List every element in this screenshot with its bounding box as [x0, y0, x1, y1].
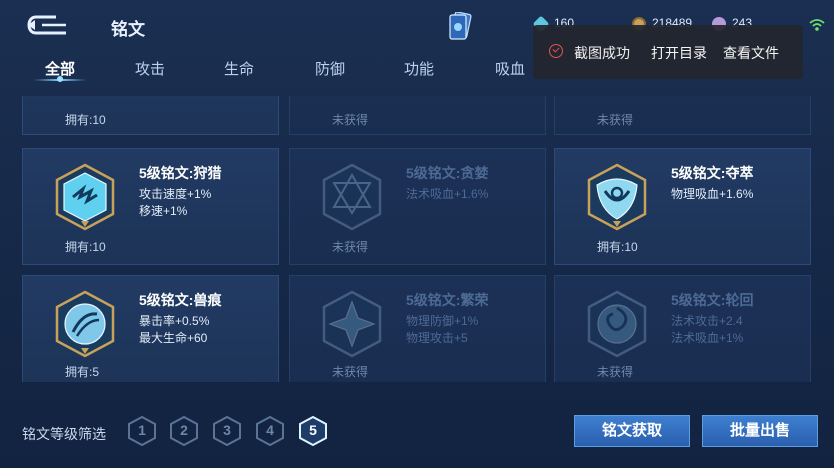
page-title: 铭文	[111, 20, 145, 39]
view-file-link[interactable]: 查看文件	[723, 43, 779, 63]
level-filter-2[interactable]: 2	[170, 416, 198, 446]
card-deck-icon	[449, 11, 472, 40]
level-filter-1[interactable]: 1	[128, 416, 156, 446]
toast-message: 截图成功	[574, 45, 630, 61]
inscription-stat: 法术吸血+1%	[671, 331, 744, 345]
acquire-inscription-button[interactable]: 铭文获取	[574, 415, 690, 447]
owned-count: 未获得	[332, 113, 369, 127]
level-filter-label: 铭文等级筛选	[22, 426, 106, 442]
prosperity-rune-icon	[322, 290, 382, 358]
greed-rune-icon	[322, 163, 382, 231]
reincarnation-rune-icon	[587, 290, 647, 358]
inscription-card[interactable]: 未获得	[554, 96, 811, 135]
inscription-name: 5级铭文:繁荣	[406, 292, 489, 308]
level-filter-5[interactable]: 5	[299, 416, 327, 446]
inscription-card[interactable]: 5级铭文:贪婪 法术吸血+1.6% 未获得	[289, 148, 546, 265]
tab-lifesteal[interactable]: 吸血	[480, 58, 540, 79]
inscription-card[interactable]: 未获得	[289, 96, 546, 135]
inscription-stat: 移速+1%	[139, 204, 188, 218]
tab-health[interactable]: 生命	[209, 58, 269, 79]
tab-defense[interactable]: 防御	[300, 58, 360, 79]
check-circle-icon	[549, 44, 563, 58]
inscription-name: 5级铭文:夺萃	[671, 165, 754, 181]
active-tab-dot	[57, 76, 63, 82]
screenshot-toast: 截图成功 打开目录 查看文件	[533, 25, 803, 79]
level-number: 3	[223, 422, 231, 438]
inscription-stat: 物理攻击+5	[406, 331, 468, 345]
inscription-stat: 最大生命+60	[139, 331, 208, 345]
inscription-stat: 物理吸血+1.6%	[671, 187, 754, 201]
back-button[interactable]	[26, 14, 70, 36]
inscription-name: 5级铭文:狩猎	[139, 165, 222, 181]
owned-count: 未获得	[332, 240, 369, 254]
inscription-card[interactable]: 拥有:10	[22, 96, 279, 135]
back-arrow-icon	[27, 15, 66, 35]
inscription-stat: 法术攻击+2.4	[671, 314, 743, 328]
inscription-stat: 暴击率+0.5%	[139, 314, 210, 328]
owned-count: 未获得	[597, 113, 634, 127]
inscription-card[interactable]: 5级铭文:兽痕 暴击率+0.5% 最大生命+60 拥有:5	[22, 275, 279, 382]
wifi-icon	[808, 16, 826, 34]
level-number: 2	[180, 422, 188, 438]
tab-attack[interactable]: 攻击	[120, 58, 180, 79]
inscription-card[interactable]: 5级铭文:狩猎 攻击速度+1% 移速+1% 拥有:10	[22, 148, 279, 265]
hunting-rune-icon	[55, 163, 115, 231]
inscription-card[interactable]: 5级铭文:夺萃 物理吸血+1.6% 拥有:10	[554, 148, 811, 265]
owned-count: 拥有:10	[597, 240, 638, 254]
level-filter-3[interactable]: 3	[213, 416, 241, 446]
inscription-stat: 法术吸血+1.6%	[406, 187, 489, 201]
level-filter-4[interactable]: 4	[256, 416, 284, 446]
inscription-grid: 拥有:10 未获得 5级铭文:狩猎 攻击速度+1% 移速+1% 拥有:10 5级…	[22, 96, 546, 382]
level-number: 4	[266, 422, 274, 438]
beast-mark-rune-icon	[55, 290, 115, 358]
level-number: 1	[138, 422, 146, 438]
tab-utility[interactable]: 功能	[389, 58, 449, 79]
owned-count: 拥有:10	[65, 113, 106, 127]
inscription-stat: 物理防御+1%	[406, 314, 479, 328]
inscription-stat: 攻击速度+1%	[139, 187, 212, 201]
inscription-name: 5级铭文:轮回	[671, 292, 754, 308]
inscription-grid-right: 未获得 5级铭文:夺萃 物理吸血+1.6% 拥有:10 5级铭文:轮回 法术攻击…	[554, 96, 812, 382]
inscription-deck-button[interactable]	[448, 11, 472, 40]
owned-count: 拥有:10	[65, 240, 106, 254]
owned-count: 拥有:5	[65, 365, 100, 379]
inscription-card[interactable]: 5级铭文:繁荣 物理防御+1% 物理攻击+5 未获得	[289, 275, 546, 382]
plunder-rune-icon	[587, 163, 647, 231]
owned-count: 未获得	[597, 365, 634, 379]
inscription-name: 5级铭文:贪婪	[406, 165, 489, 181]
open-directory-link[interactable]: 打开目录	[651, 43, 707, 63]
inscription-card[interactable]: 5级铭文:轮回 法术攻击+2.4 法术吸血+1% 未获得	[554, 275, 811, 382]
owned-count: 未获得	[332, 365, 369, 379]
inscription-name: 5级铭文:兽痕	[139, 292, 222, 308]
level-number: 5	[309, 422, 317, 438]
bulk-sell-button[interactable]: 批量出售	[702, 415, 818, 447]
